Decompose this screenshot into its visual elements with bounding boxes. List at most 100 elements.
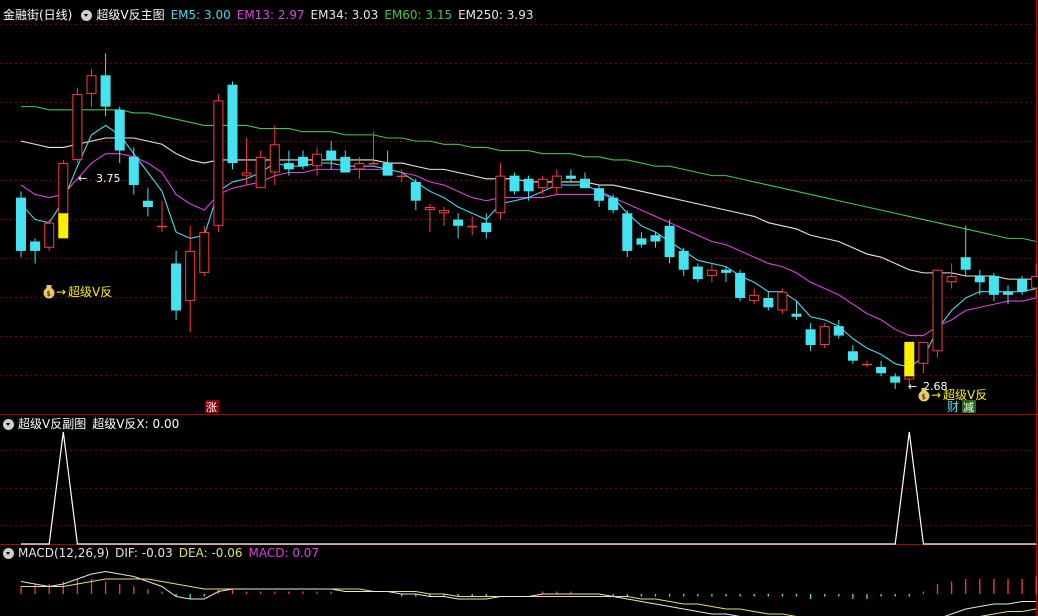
dif-value: DIF: -0.03: [115, 546, 173, 560]
dea-value: DEA: -0.06: [178, 546, 243, 560]
candle: [918, 341, 929, 374]
candle-body: [354, 163, 365, 170]
candle-body: [100, 75, 111, 107]
main-indicator-name[interactable]: 超级V反主图: [96, 6, 164, 24]
sub-signal-line: [21, 431, 1037, 545]
dropdown-chevron-icon[interactable]: [3, 547, 14, 559]
candle: [213, 94, 224, 233]
candle-body: [185, 250, 196, 302]
candle: [678, 247, 689, 276]
candle: [932, 269, 943, 358]
candle: [100, 53, 111, 117]
sub-panel-title[interactable]: 超级V反副图: [18, 415, 86, 433]
candle: [805, 323, 816, 352]
candle: [862, 360, 872, 367]
candle: [269, 125, 280, 186]
candle-body: [692, 266, 703, 280]
candle-body: [551, 175, 562, 189]
candle: [847, 345, 858, 364]
candle-body: [650, 235, 661, 242]
candle: [988, 272, 999, 302]
stock-name: 金融街(日线): [3, 8, 73, 22]
candle: [326, 141, 337, 170]
candle: [481, 213, 492, 239]
candle-body: [537, 178, 548, 189]
candle: [30, 238, 41, 264]
candle: [622, 210, 633, 258]
candle-body: [932, 269, 943, 352]
candle: [551, 169, 562, 195]
candle-body: [298, 156, 308, 167]
candle-body: [636, 238, 647, 245]
candle-body: [368, 163, 379, 165]
zhang-badge: 涨: [206, 401, 217, 414]
stock-chart-canvas[interactable]: 3.75 ← 2.68 ← $ → 超级V反 $ → 超级V反 涨 财 减: [0, 0, 1038, 616]
candle: [495, 163, 506, 220]
ema34-value: EM34: 3.03: [310, 8, 379, 22]
candle: [537, 175, 548, 195]
dea-line: [21, 578, 1037, 616]
candle-body: [706, 269, 717, 276]
chart-annotations: 3.75 ← 2.68 ← $ → 超级V反 $ → 超级V反 涨 财 减: [43, 172, 987, 414]
candle: [509, 172, 520, 195]
candle-body: [791, 313, 802, 317]
arrow-glyph: →: [931, 388, 941, 402]
macd-title[interactable]: MACD(12,26,9): [18, 544, 109, 562]
candle: [86, 69, 97, 107]
macd-series: [20, 570, 1037, 616]
candle-body: [114, 109, 125, 151]
candle-body: [777, 291, 788, 311]
candle-body: [1003, 291, 1013, 295]
candle-body: [199, 232, 210, 273]
macd-panel-header: MACD(12,26,9) DIF: -0.03 DEA: -0.06 MACD…: [0, 544, 325, 562]
candle-body: [227, 84, 238, 164]
candle: [1031, 263, 1038, 298]
candle-body: [847, 351, 858, 361]
sub-panel-grid: [0, 450, 1038, 526]
candle-body: [453, 219, 464, 226]
candlestick-series[interactable]: [16, 53, 1038, 389]
sub-indicator-line: [21, 431, 1037, 545]
dropdown-chevron-icon[interactable]: [3, 418, 14, 430]
candle: [424, 203, 435, 233]
signal-bar: [58, 213, 69, 239]
dropdown-chevron-icon[interactable]: [81, 9, 93, 21]
candle-body: [481, 222, 492, 233]
candle-body: [819, 326, 830, 346]
sub-panel-header: 超级V反副图 超级V反X: 0.00: [0, 415, 185, 433]
candle-body: [467, 225, 478, 228]
candle: [749, 288, 760, 305]
candle-body: [960, 257, 971, 270]
candle-body: [988, 276, 999, 295]
candle-body: [72, 94, 83, 160]
grid-lines: [0, 0, 1038, 616]
candle: [692, 263, 703, 283]
candle-body: [833, 326, 844, 336]
candle-body: [326, 150, 337, 160]
candle: [833, 319, 844, 339]
main-chart-header: 金融街(日线) 超级V反主图 EM5: 3.00 EM13: 2.97 EM34…: [0, 6, 540, 24]
ema60-line: [21, 106, 1037, 243]
candle-body: [565, 175, 576, 179]
candle: [241, 138, 252, 186]
candle: [72, 87, 83, 164]
ema5-value: EM5: 3.00: [170, 8, 231, 22]
candle-body: [213, 100, 224, 226]
candle-body: [269, 144, 280, 173]
candle-body: [16, 197, 26, 251]
candle-body: [805, 329, 816, 345]
high-price-label: 3.75: [96, 172, 121, 185]
candle: [946, 263, 957, 289]
candle: [580, 172, 590, 189]
candle: [157, 200, 167, 233]
candle: [283, 150, 294, 176]
candle: [227, 81, 238, 170]
arrow-glyph: →: [56, 285, 66, 299]
ema60-value: EM60: 3.15: [384, 8, 453, 22]
candle: [171, 250, 182, 320]
ema250-value: EM250: 3.93: [458, 8, 534, 22]
candle: [960, 225, 971, 276]
candle: [340, 150, 351, 173]
dif-line: [20, 570, 1037, 616]
candle-body: [974, 276, 985, 283]
